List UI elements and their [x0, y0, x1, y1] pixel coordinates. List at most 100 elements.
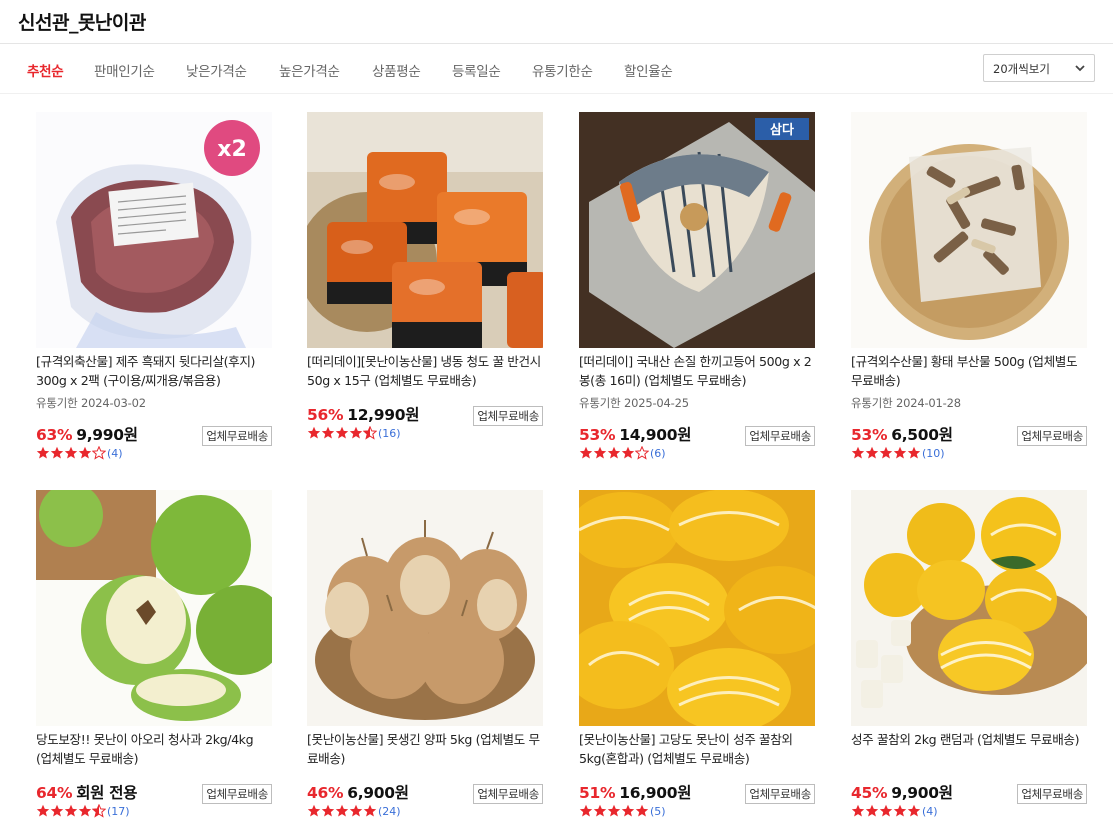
product-title[interactable]: 성주 꿀참외 2kg 랜덤과 (업체별도 무료배송) [851, 730, 1087, 768]
sort-tab-low-price[interactable]: 낮은가격순 [186, 60, 247, 80]
star-half-icon [363, 426, 377, 440]
discount-rate: 53% [579, 426, 616, 444]
star-full-icon [321, 426, 335, 439]
product-image[interactable] [851, 490, 1087, 726]
review-count[interactable]: (6) [650, 447, 666, 460]
star-full-icon [36, 804, 50, 817]
sort-bar: 추천순 판매인기순 낮은가격순 높은가격순 상품평순 등록일순 유통기한순 할인… [0, 44, 1113, 94]
product-image[interactable] [36, 490, 272, 726]
star-full-icon [335, 426, 349, 439]
product-rating: (4) [36, 446, 123, 460]
review-count[interactable]: (4) [922, 805, 938, 818]
review-count[interactable]: (4) [107, 447, 123, 460]
product-title[interactable]: [떠리데이][못난이농산물] 냉동 청도 꿀 반건시 50g x 15구 (업체… [307, 352, 543, 390]
product-card[interactable]: x2 [규격외축산물] 제주 흑돼지 뒷다리살(후지) 300g x 2팩 (구… [36, 112, 272, 472]
star-rating [579, 804, 649, 818]
star-rating [851, 804, 921, 818]
green-apples-image [36, 490, 272, 726]
star-empty-icon [635, 446, 649, 460]
review-count[interactable]: (5) [650, 805, 666, 818]
product-image[interactable] [307, 112, 543, 348]
discount-rate: 56% [307, 406, 344, 424]
pork-ham-vacuum-pack-image: x2 [36, 112, 272, 348]
product-title[interactable]: [규격외축산물] 제주 흑돼지 뒷다리살(후지) 300g x 2팩 (구이용/… [36, 352, 272, 390]
star-full-icon [865, 446, 879, 459]
sort-tab-reviews[interactable]: 상품평순 [372, 60, 421, 80]
star-full-icon [335, 804, 349, 817]
product-card[interactable]: 성주 꿀참외 2kg 랜덤과 (업체별도 무료배송) 45% 9,900원 업체무… [851, 490, 1087, 822]
star-rating [36, 446, 106, 460]
free-shipping-badge: 업체무료배송 [202, 426, 272, 446]
product-price: 16,900원 [619, 784, 692, 802]
product-title[interactable]: [떠리데이] 국내산 손질 한끼고등어 500g x 2봉(총 16미) (업체… [579, 352, 815, 390]
star-full-icon [593, 804, 607, 817]
star-rating [36, 804, 106, 818]
grilled-mackerel-plate-image: 삼다 [579, 112, 815, 348]
review-count[interactable]: (10) [922, 447, 945, 460]
product-price: 12,990원 [347, 406, 420, 424]
product-expiry: 유통기한 2024-01-28 [851, 396, 961, 410]
sort-tab-popular[interactable]: 판매인기순 [94, 60, 155, 80]
free-shipping-badge: 업체무료배송 [202, 784, 272, 804]
star-full-icon [349, 426, 363, 439]
star-rating [579, 446, 649, 460]
product-rating: (4) [851, 804, 938, 818]
product-card[interactable]: 삼다 [떠리데이] 국내산 손질 한끼고등어 500g x 2봉(총 16미) … [579, 112, 815, 472]
product-card[interactable]: [떠리데이][못난이농산물] 냉동 청도 꿀 반건시 50g x 15구 (업체… [307, 112, 543, 472]
star-full-icon [349, 804, 363, 817]
product-title[interactable]: 당도보장!! 못난이 아오리 청사과 2kg/4kg (업체별도 무료배송) [36, 730, 272, 768]
product-rating: (16) [307, 426, 401, 440]
chevron-down-icon [1075, 65, 1085, 72]
product-rating: (5) [579, 804, 666, 818]
star-full-icon [579, 446, 593, 459]
product-card[interactable]: 당도보장!! 못난이 아오리 청사과 2kg/4kg (업체별도 무료배송) 6… [36, 490, 272, 822]
product-image[interactable] [307, 490, 543, 726]
product-title[interactable]: [못난이농산물] 못생긴 양파 5kg (업체별도 무료배송) [307, 730, 543, 768]
page-header: 신선관_못난이관 [0, 0, 1113, 44]
star-empty-icon [92, 446, 106, 460]
dried-persimmon-trays-image [307, 112, 543, 348]
product-rating: (6) [579, 446, 666, 460]
product-image[interactable]: x2 [36, 112, 272, 348]
product-rating: (10) [851, 446, 945, 460]
star-full-icon [851, 804, 865, 817]
product-card[interactable]: [못난이농산물] 못생긴 양파 5kg (업체별도 무료배송) 46% 6,900… [307, 490, 543, 822]
product-image[interactable] [579, 490, 815, 726]
product-title[interactable]: [규격외수산물] 황태 부산물 500g (업체별도 무료배송) [851, 352, 1087, 390]
product-price: 회원 전용 [76, 784, 138, 802]
product-card[interactable]: [규격외수산물] 황태 부산물 500g (업체별도 무료배송) 유통기한 20… [851, 112, 1087, 472]
dried-pollock-bag-image [851, 112, 1087, 348]
star-full-icon [363, 804, 377, 817]
star-full-icon [865, 804, 879, 817]
star-full-icon [607, 446, 621, 459]
product-image[interactable]: 삼다 [579, 112, 815, 348]
free-shipping-badge: 업체무료배송 [1017, 784, 1087, 804]
star-full-icon [907, 804, 921, 817]
price-line: 45% 9,900원 [851, 781, 953, 803]
review-count[interactable]: (16) [378, 427, 401, 440]
sort-tab-newest[interactable]: 등록일순 [452, 60, 501, 80]
star-full-icon [851, 446, 865, 459]
sort-tab-discount[interactable]: 할인율순 [624, 60, 673, 80]
star-rating [851, 446, 921, 460]
star-full-icon [907, 446, 921, 459]
korean-melons-basket-image [851, 490, 1087, 726]
free-shipping-badge: 업체무료배송 [1017, 426, 1087, 446]
sort-tab-high-price[interactable]: 높은가격순 [279, 60, 340, 80]
star-full-icon [64, 446, 78, 459]
sort-tab-recommended[interactable]: 추천순 [27, 60, 64, 80]
discount-rate: 53% [851, 426, 888, 444]
product-image[interactable] [851, 112, 1087, 348]
review-count[interactable]: (24) [378, 805, 401, 818]
star-full-icon [78, 446, 92, 459]
per-page-select[interactable]: 20개씩보기 [983, 54, 1095, 82]
star-full-icon [593, 446, 607, 459]
product-card[interactable]: [못난이농산물] 고당도 못난이 성주 꿀참외 5kg(혼합과) (업체별도 무… [579, 490, 815, 822]
sort-tab-expiry[interactable]: 유통기한순 [532, 60, 593, 80]
price-line: 63% 9,990원 [36, 423, 138, 445]
star-full-icon [321, 804, 335, 817]
review-count[interactable]: (17) [107, 805, 130, 818]
product-title[interactable]: [못난이농산물] 고당도 못난이 성주 꿀참외 5kg(혼합과) (업체별도 무… [579, 730, 815, 768]
star-rating [307, 426, 377, 440]
product-rating: (17) [36, 804, 130, 818]
